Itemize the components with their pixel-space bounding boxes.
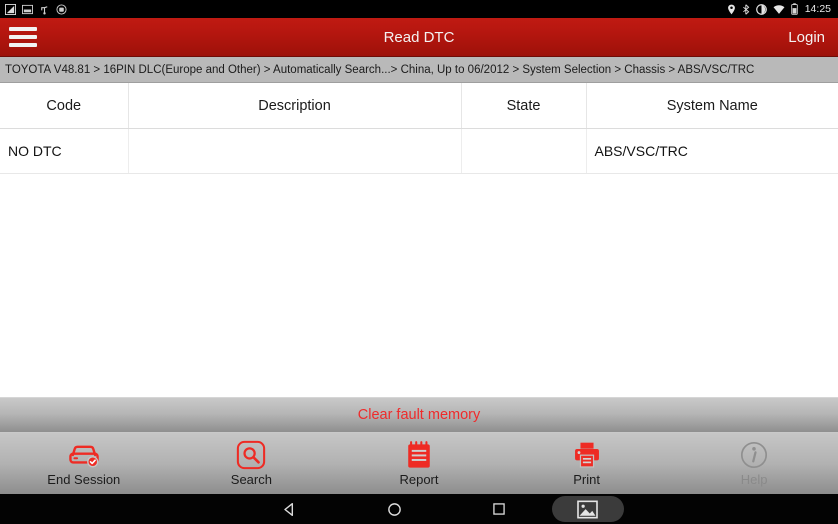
android-nav-bar (0, 494, 838, 524)
column-header-code: Code (0, 83, 129, 129)
dtc-table-container: Code Description State System Name NO DT… (0, 83, 838, 397)
printer-icon (572, 440, 602, 470)
vci-connect-icon (56, 3, 67, 15)
print-button[interactable]: Print (503, 433, 671, 494)
usb-icon (39, 4, 50, 15)
bottom-toolbar: End Session Search Report Print Help (0, 432, 838, 494)
screenshot-icon[interactable] (551, 496, 624, 522)
cell-description (128, 128, 462, 174)
help-button[interactable]: Help (670, 433, 838, 494)
search-label: Search (230, 472, 272, 487)
column-header-description: Description (128, 83, 462, 129)
report-notepad-icon (406, 440, 432, 470)
app-screen: 14:25 Read DTC Login TOYOTA V48.81 > 16P… (0, 0, 838, 524)
nav-bar-buttons (237, 494, 624, 524)
location-icon (727, 4, 736, 15)
wifi-icon (773, 4, 785, 15)
search-button[interactable]: Search (168, 433, 336, 494)
dtc-table-header: Code Description State System Name (0, 83, 838, 129)
info-circle-icon (739, 440, 769, 470)
page-title: Read DTC (383, 28, 455, 46)
sim-card-icon (5, 3, 16, 15)
column-header-system-name: System Name (586, 83, 838, 129)
end-session-button[interactable]: End Session (0, 433, 168, 494)
help-label: Help (740, 472, 768, 487)
status-bar-clock: 14:25 (804, 3, 831, 15)
hamburger-bar-1 (9, 27, 37, 31)
android-status-bar: 14:25 (0, 0, 838, 18)
cell-state (461, 128, 587, 174)
hamburger-bar-3 (9, 43, 37, 47)
status-bar-left-icons (5, 3, 67, 15)
table-header-row: Code Description State System Name (0, 83, 838, 129)
column-header-state: State (461, 83, 587, 129)
dtc-table: Code Description State System Name NO DT… (0, 83, 838, 174)
clear-fault-memory-button[interactable]: Clear fault memory (0, 397, 838, 432)
print-label: Print (573, 472, 600, 487)
search-icon (236, 440, 266, 470)
home-icon[interactable] (342, 494, 447, 524)
login-button[interactable]: Login (788, 29, 825, 46)
battery-icon (790, 3, 798, 15)
bluetooth-icon (742, 3, 750, 15)
app-header-bar: Read DTC Login (0, 18, 838, 57)
clear-fault-memory-label: Clear fault memory (357, 407, 481, 423)
report-label: Report (399, 472, 439, 487)
report-button[interactable]: Report (335, 433, 503, 494)
cell-system-name: ABS/VSC/TRC (586, 128, 838, 174)
dtc-table-body: NO DTC ABS/VSC/TRC (0, 128, 838, 174)
do-not-disturb-icon (755, 3, 767, 15)
recents-icon[interactable] (447, 494, 552, 524)
car-check-icon (67, 440, 101, 470)
end-session-label: End Session (47, 472, 121, 487)
hamburger-bar-2 (9, 35, 37, 39)
sd-card-icon (22, 4, 33, 15)
cell-code: NO DTC (0, 128, 129, 174)
status-bar-right-icons: 14:25 (727, 3, 831, 15)
table-row[interactable]: NO DTC ABS/VSC/TRC (0, 128, 838, 174)
breadcrumb: TOYOTA V48.81 > 16PIN DLC(Europe and Oth… (0, 57, 838, 83)
back-icon[interactable] (237, 494, 342, 524)
hamburger-menu-icon[interactable] (0, 18, 46, 56)
